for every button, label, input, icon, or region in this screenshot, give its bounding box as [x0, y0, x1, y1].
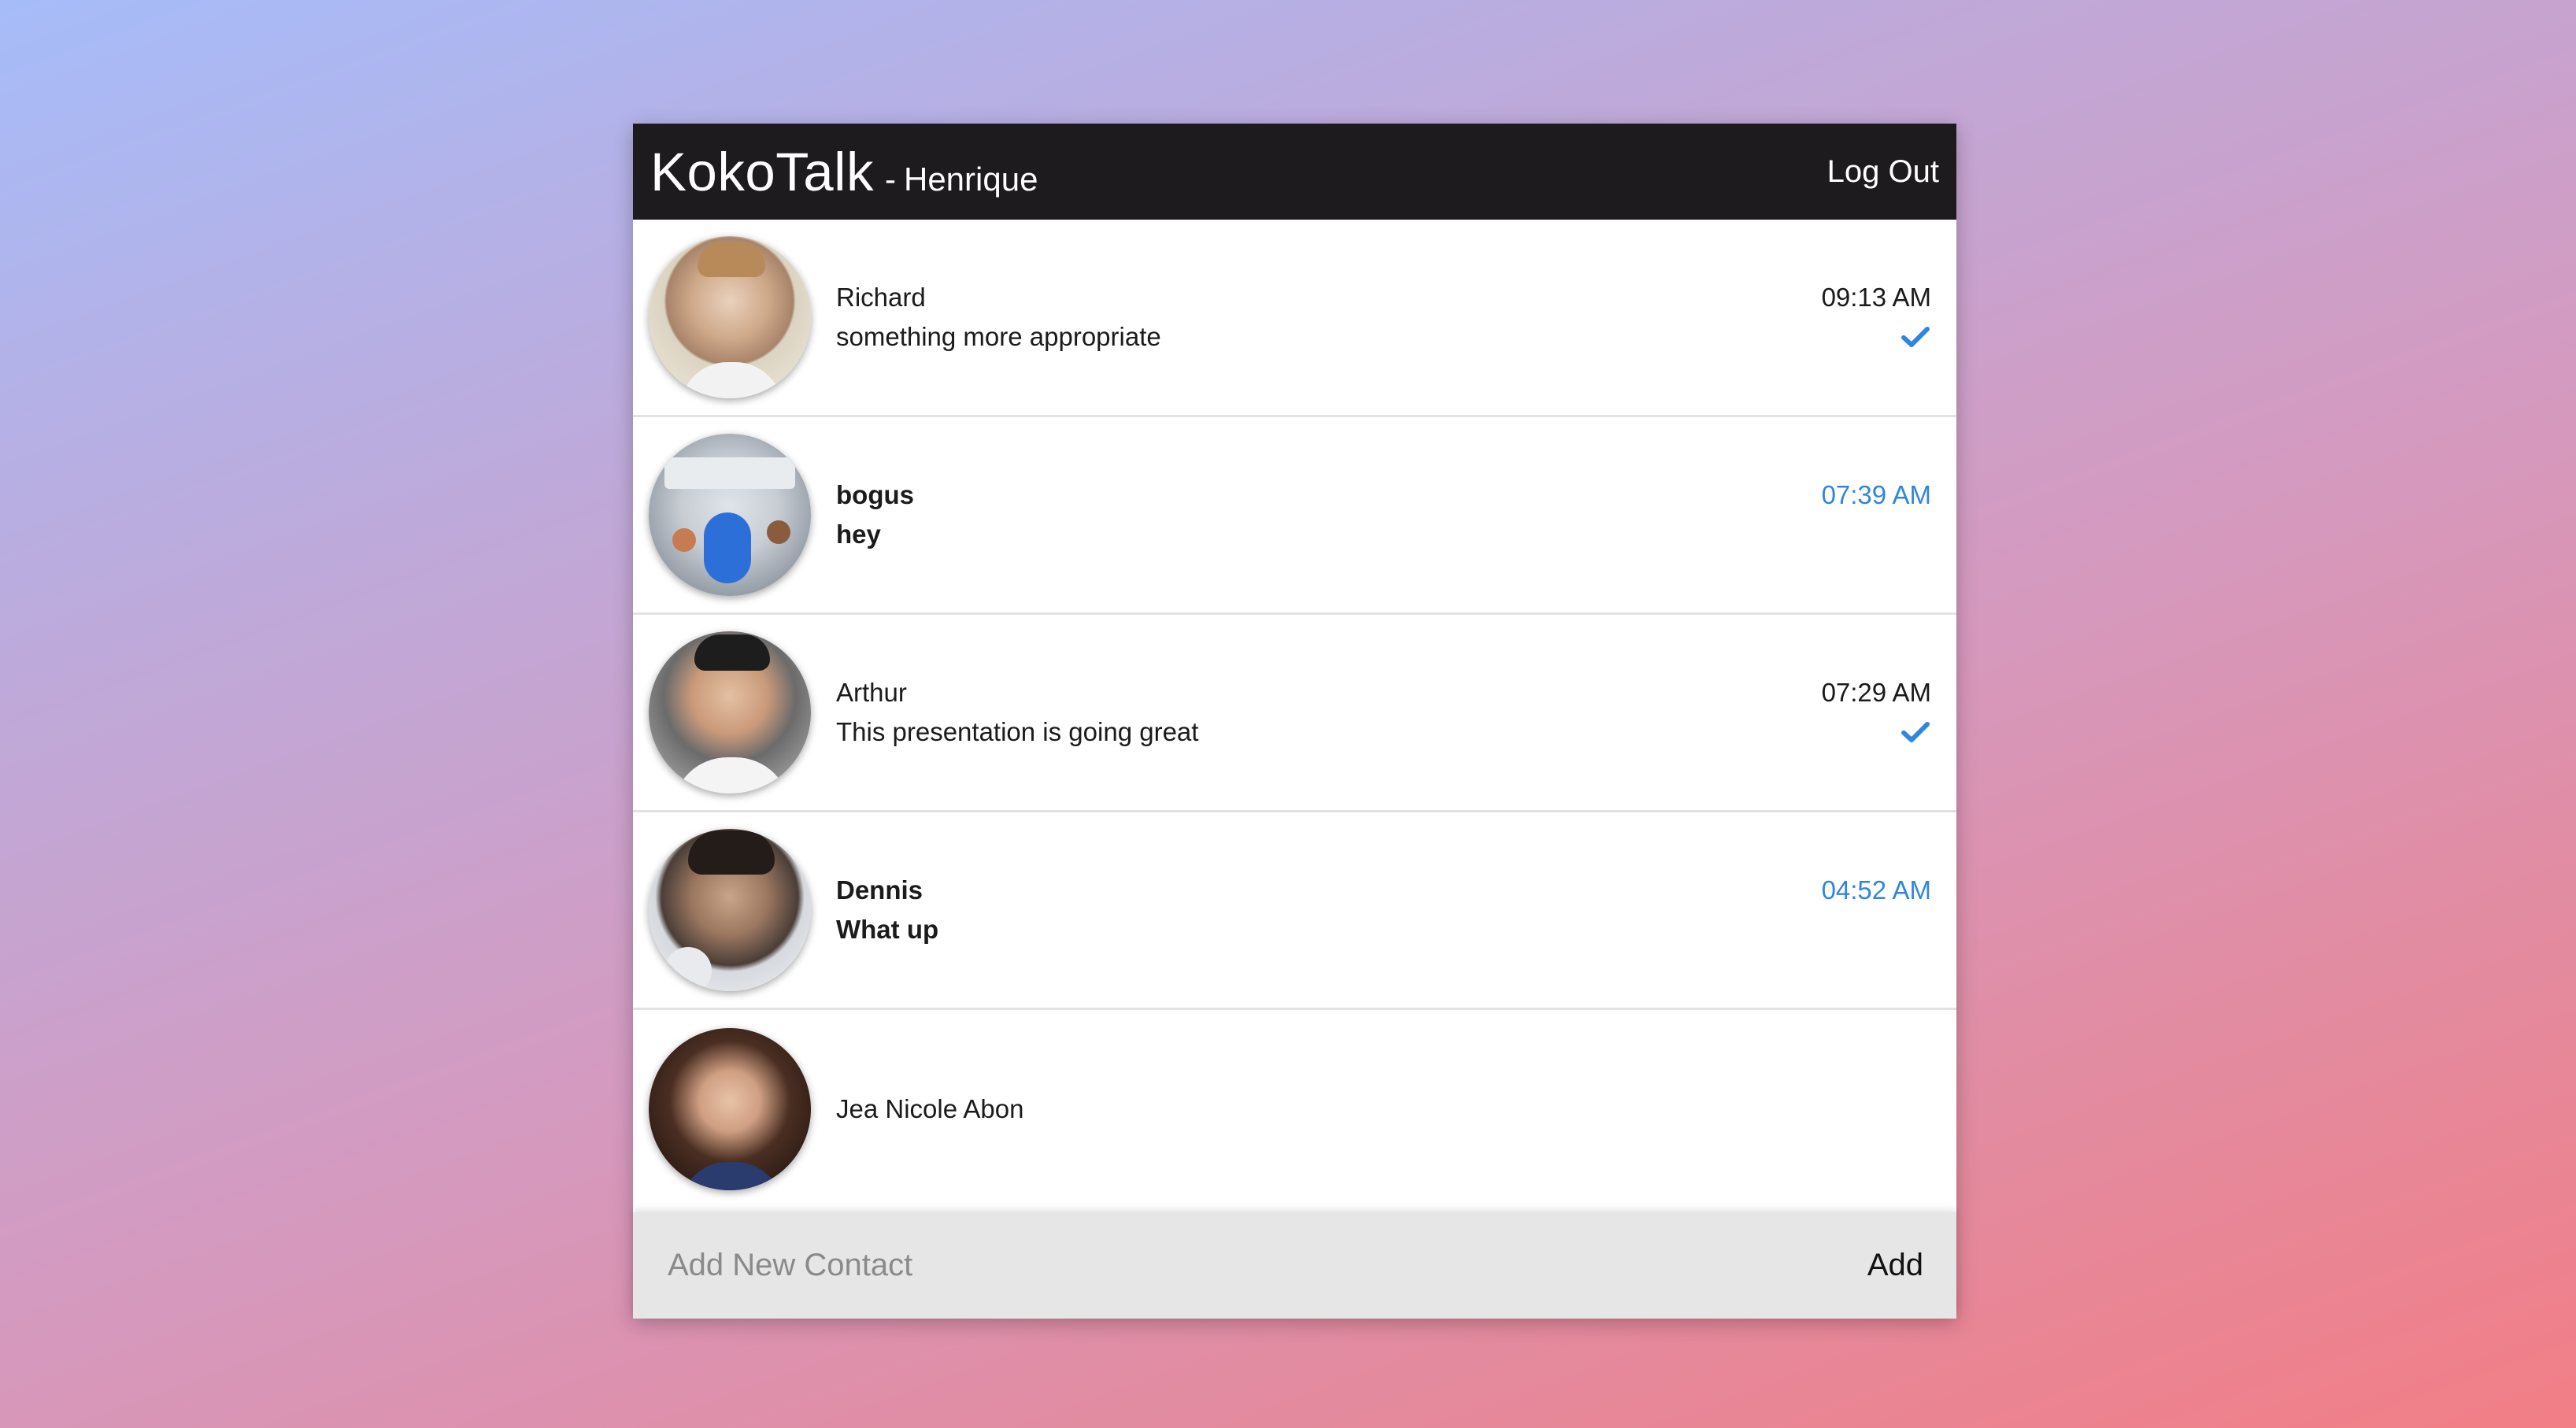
contact-body: bogus 07:39 AM hey: [836, 475, 1931, 554]
contact-name: Dennis: [836, 875, 923, 905]
brand: KokoTalk - Henrique: [650, 141, 1038, 203]
read-check-icon: [1901, 722, 1930, 742]
avatar-arthur: [649, 631, 811, 794]
current-username: Henrique: [903, 160, 1038, 198]
add-contact-input[interactable]: [666, 1247, 1693, 1284]
contact-name: bogus: [836, 480, 914, 509]
contact-name: Arthur: [836, 678, 907, 707]
contact-name: Jea Nicole Abon: [836, 1093, 1024, 1123]
contact-item-arthur[interactable]: Arthur 07:29 AM This presentation is goi…: [633, 615, 1956, 812]
logout-button[interactable]: Log Out: [1827, 154, 1939, 190]
last-message: What up: [836, 915, 939, 944]
contact-item-dennis[interactable]: Dennis 04:52 AM What up: [633, 812, 1956, 1010]
app-header: KokoTalk - Henrique Log Out: [633, 124, 1956, 220]
message-time: 09:13 AM: [1821, 283, 1931, 312]
app-title: KokoTalk: [650, 141, 874, 202]
message-time: 07:39 AM: [1821, 480, 1931, 509]
avatar-jea-nicole-abon: [649, 1027, 811, 1190]
message-time: 04:52 AM: [1821, 875, 1931, 905]
contact-body: Richard 09:13 AM something more appropri…: [836, 278, 1931, 357]
last-message: something more appropriate: [836, 322, 1161, 351]
add-contact-bar: Add: [633, 1212, 1956, 1319]
chat-app-window: KokoTalk - Henrique Log Out Richard 09:1…: [633, 124, 1956, 1319]
read-check-icon: [1901, 327, 1930, 347]
message-time: 07:29 AM: [1821, 678, 1931, 707]
last-message: This presentation is going great: [836, 717, 1199, 746]
contact-body: Dennis 04:52 AM What up: [836, 871, 1931, 949]
avatar-richard: [649, 236, 811, 398]
avatar-dennis: [649, 829, 811, 991]
avatar-bogus: [649, 434, 811, 596]
contact-body: Arthur 07:29 AM This presentation is goi…: [836, 673, 1931, 752]
last-message: hey: [836, 520, 881, 549]
add-contact-button[interactable]: Add: [1852, 1240, 1939, 1291]
contact-body: Jea Nicole Abon: [836, 1089, 1931, 1129]
contact-list: Richard 09:13 AM something more appropri…: [633, 220, 1956, 1212]
contact-item-jea-nicole-abon[interactable]: Jea Nicole Abon: [633, 1010, 1956, 1208]
title-separator: -: [884, 160, 896, 198]
contact-item-richard[interactable]: Richard 09:13 AM something more appropri…: [633, 220, 1956, 417]
contact-item-bogus[interactable]: bogus 07:39 AM hey: [633, 417, 1956, 615]
contact-name: Richard: [836, 283, 926, 312]
